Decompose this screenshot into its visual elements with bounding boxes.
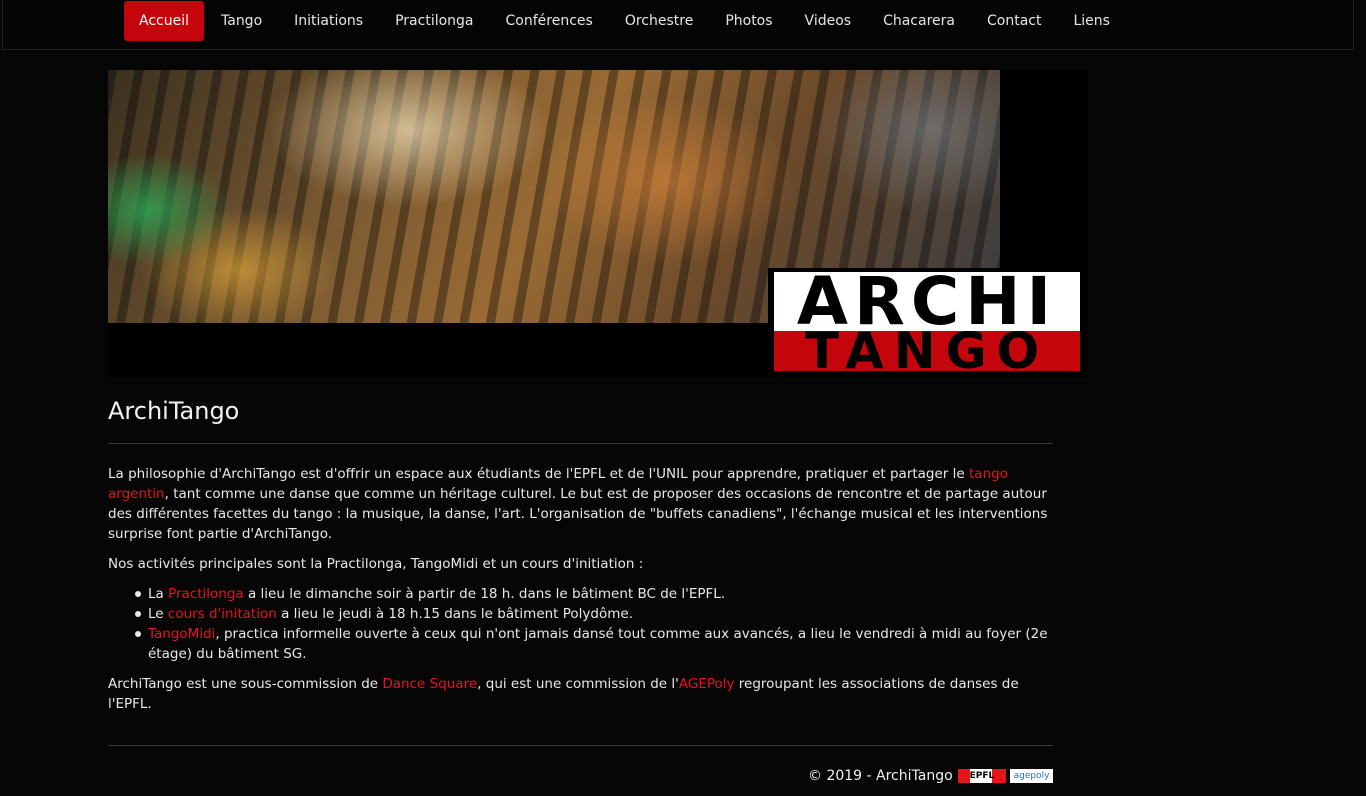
architango-logo: ARCHI TANGO <box>768 268 1088 377</box>
activities-list: La Practilonga a lieu le dimanche soir à… <box>135 584 1053 664</box>
nav-photos[interactable]: Photos <box>710 1 787 41</box>
agepoly-logo[interactable]: agepoly <box>1010 769 1053 783</box>
nav-orchestre[interactable]: Orchestre <box>610 1 709 41</box>
commission-text-2: , qui est une commission de l' <box>477 676 679 692</box>
commission-text-1: ArchiTango est une sous-commission de <box>108 676 383 692</box>
agepoly-link[interactable]: AGEPoly <box>679 676 735 692</box>
activity-text-after: , practica informelle ouverte à ceux qui… <box>148 626 1048 662</box>
page-title: ArchiTango <box>108 395 1053 444</box>
top-navbar: Accueil Tango Initiations Practilonga Co… <box>2 0 1354 50</box>
header-banner: ARCHI TANGO <box>108 70 1088 377</box>
activity-text-after: a lieu le jeudi à 18 h.15 dans le bâtime… <box>276 606 634 622</box>
nav-liens[interactable]: Liens <box>1058 1 1124 41</box>
activity-text-after: a lieu le dimanche soir à partir de 18 h… <box>243 586 726 602</box>
footer: © 2019 - ArchiTango EPFL agepoly <box>808 766 1053 786</box>
epfl-logo[interactable]: EPFL <box>957 769 1007 783</box>
activity-text-before: La <box>148 586 169 602</box>
main-content: ArchiTango La philosophie d'ArchiTango e… <box>108 395 1053 714</box>
intro-text-1: La philosophie d'ArchiTango est d'offrir… <box>108 466 969 482</box>
epfl-logo-text: EPFL <box>969 769 995 783</box>
nav-tango[interactable]: Tango <box>206 1 277 41</box>
nav-practilonga[interactable]: Practilonga <box>380 1 488 41</box>
logo-tango-text: TANGO <box>774 331 1080 371</box>
copyright-text: © 2019 - ArchiTango <box>808 768 953 784</box>
cours-initiation-link[interactable]: cours d'initation <box>168 606 277 622</box>
nav-videos[interactable]: Videos <box>790 1 867 41</box>
practilonga-link[interactable]: Practilonga <box>168 586 244 602</box>
logo-archi-text: ARCHI <box>774 272 1080 332</box>
activity-text-before: Le <box>148 606 168 622</box>
main-nav: Accueil Tango Initiations Practilonga Co… <box>124 1 1127 41</box>
footer-divider <box>108 745 1053 746</box>
activities-heading: Nos activités principales sont la Practi… <box>108 556 644 572</box>
tangomidi-link[interactable]: TangoMidi <box>148 626 215 642</box>
list-item: TangoMidi, practica informelle ouverte à… <box>135 624 1053 664</box>
commission-paragraph: ArchiTango est une sous-commission de Da… <box>108 674 1053 714</box>
nav-chacarera[interactable]: Chacarera <box>868 1 970 41</box>
nav-initiations[interactable]: Initiations <box>279 1 378 41</box>
nav-accueil[interactable]: Accueil <box>124 1 204 41</box>
intro-text-2: , tant comme une danse que comme un héri… <box>108 486 1048 542</box>
nav-contact[interactable]: Contact <box>972 1 1056 41</box>
nav-conferences[interactable]: Conférences <box>491 1 608 41</box>
intro-paragraph: La philosophie d'ArchiTango est d'offrir… <box>108 464 1053 544</box>
list-item: La Practilonga a lieu le dimanche soir à… <box>135 584 1053 604</box>
list-item: Le cours d'initation a lieu le jeudi à 1… <box>135 604 1053 624</box>
dance-square-link[interactable]: Dance Square <box>382 676 477 692</box>
